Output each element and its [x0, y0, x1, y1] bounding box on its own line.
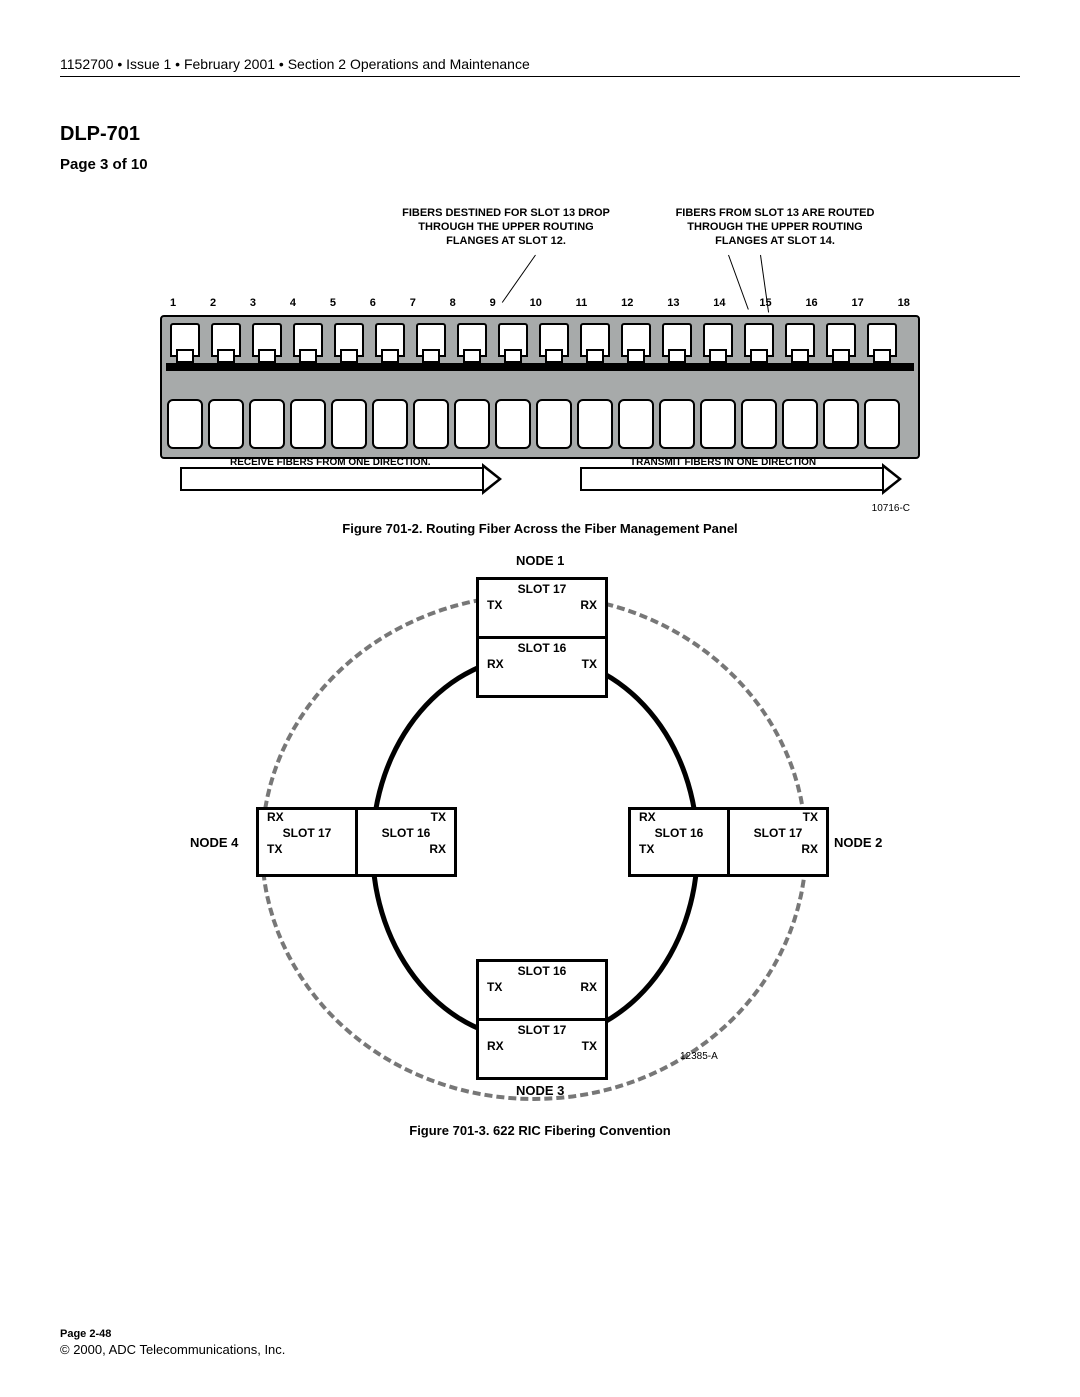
panel-stripe [166, 363, 914, 371]
panel-upper-slot [334, 323, 364, 357]
panel-upper-slot [457, 323, 487, 357]
doc-title: DLP-701 [60, 123, 1020, 146]
node-label: NODE 2 [834, 835, 882, 850]
panel-lower-slot [823, 399, 859, 449]
node1-slot17: SLOT 17 TXRX [476, 577, 608, 639]
node3-slot16: SLOT 16 TXRX [476, 959, 608, 1021]
slot-number: 4 [290, 297, 296, 309]
figure-caption: Figure 701-2. Routing Fiber Across the F… [160, 521, 920, 536]
slot-number: 14 [713, 297, 725, 309]
panel-lower-slot [536, 399, 572, 449]
panel-lower-slot [741, 399, 777, 449]
panel-lower-slot [454, 399, 490, 449]
node-label: NODE 1 [516, 553, 564, 568]
panel-upper-slot [498, 323, 528, 357]
panel-lower-slot [290, 399, 326, 449]
slot-number: 10 [530, 297, 542, 309]
panel-upper-slot [416, 323, 446, 357]
panel-upper-slot [867, 323, 897, 357]
node-label: NODE 4 [190, 835, 238, 850]
panel-upper-slot [293, 323, 323, 357]
panel-lower-slot [495, 399, 531, 449]
slot-number: 8 [450, 297, 456, 309]
figure-caption: Figure 701-3. 622 RIC Fibering Conventio… [60, 1123, 1020, 1138]
receive-arrow-label: RECEIVE FIBERS FROM ONE DIRECTION. [230, 457, 431, 468]
node-label: NODE 3 [516, 1083, 564, 1098]
panel-lower-slot [249, 399, 285, 449]
note-right: FIBERS FROM SLOT 13 ARE ROUTED THROUGH T… [660, 207, 890, 248]
leader-line [502, 255, 536, 303]
panel-lower-slot [782, 399, 818, 449]
slot-number: 9 [490, 297, 496, 309]
node3-slot17: SLOT 17 RXTX [476, 1018, 608, 1080]
sub-page: Page 3 of 10 [60, 156, 1020, 173]
arrow-head-icon [882, 463, 902, 495]
panel-lower-slot [659, 399, 695, 449]
panel-lower-slot [372, 399, 408, 449]
slot-number: 16 [805, 297, 817, 309]
panel-upper-slot [662, 323, 692, 357]
slot-number: 1 [170, 297, 176, 309]
panel-lower-slot [413, 399, 449, 449]
panel-lower-slot [331, 399, 367, 449]
panel-lower-slot [167, 399, 203, 449]
panel-upper-slot [170, 323, 200, 357]
panel-upper-slot [539, 323, 569, 357]
node1-slot16: SLOT 16 RXTX [476, 636, 608, 698]
panel-upper-slot [375, 323, 405, 357]
node2-slot17: TX SLOT 17 RX [727, 807, 829, 877]
slot-number: 18 [898, 297, 910, 309]
transmit-arrow-label: TRANSMIT FIBERS IN ONE DIRECTION [630, 457, 816, 468]
transmit-arrow [580, 467, 884, 491]
figure-panel: FIBERS DESTINED FOR SLOT 13 DROP THROUGH… [160, 207, 920, 537]
arrow-head-icon [482, 463, 502, 495]
panel-upper-slot [744, 323, 774, 357]
slot-number: 5 [330, 297, 336, 309]
slot-number: 11 [576, 297, 588, 309]
node4-slot17: RX SLOT 17 TX [256, 807, 358, 877]
receive-arrow [180, 467, 484, 491]
footer: Page 2-48 © 2000, ADC Telecommunications… [60, 1328, 285, 1357]
panel-lower-slot [618, 399, 654, 449]
slot-number: 15 [759, 297, 771, 309]
panel-lower-slot [208, 399, 244, 449]
slot-number: 6 [370, 297, 376, 309]
slot-number: 3 [250, 297, 256, 309]
figure-code: 10716-C [872, 503, 910, 514]
header-text: 1152700 • Issue 1 • February 2001 • Sect… [60, 56, 1020, 72]
node4-slot16: TX SLOT 16 RX [355, 807, 457, 877]
slot-number: 13 [667, 297, 679, 309]
panel-upper-slot [785, 323, 815, 357]
panel-upper-slot [252, 323, 282, 357]
panel-upper-slot [211, 323, 241, 357]
slot-number: 12 [621, 297, 633, 309]
footer-copyright: © 2000, ADC Telecommunications, Inc. [60, 1342, 285, 1357]
panel-upper-slot [826, 323, 856, 357]
panel-lower-slot [700, 399, 736, 449]
panel-lower-slot [577, 399, 613, 449]
node2-slot16: RX SLOT 16 TX [628, 807, 730, 877]
footer-page: Page 2-48 [60, 1328, 285, 1340]
panel-upper-slot [703, 323, 733, 357]
figure-ring: NODE 1 SLOT 17 TXRX SLOT 16 RXTX NODE 4 … [160, 553, 920, 1113]
slot-number: 2 [210, 297, 216, 309]
panel-lower-slot [864, 399, 900, 449]
panel-body [160, 315, 920, 459]
figure-code: 12385-A [680, 1051, 718, 1062]
header-rule [60, 76, 1020, 77]
slot-number: 7 [410, 297, 416, 309]
slot-number: 17 [852, 297, 864, 309]
panel-upper-slot [621, 323, 651, 357]
panel-upper-slot [580, 323, 610, 357]
slot-number-row: 1 2 3 4 5 6 7 8 9 10 11 12 13 14 15 16 1… [170, 297, 910, 309]
note-left: FIBERS DESTINED FOR SLOT 13 DROP THROUGH… [396, 207, 616, 248]
